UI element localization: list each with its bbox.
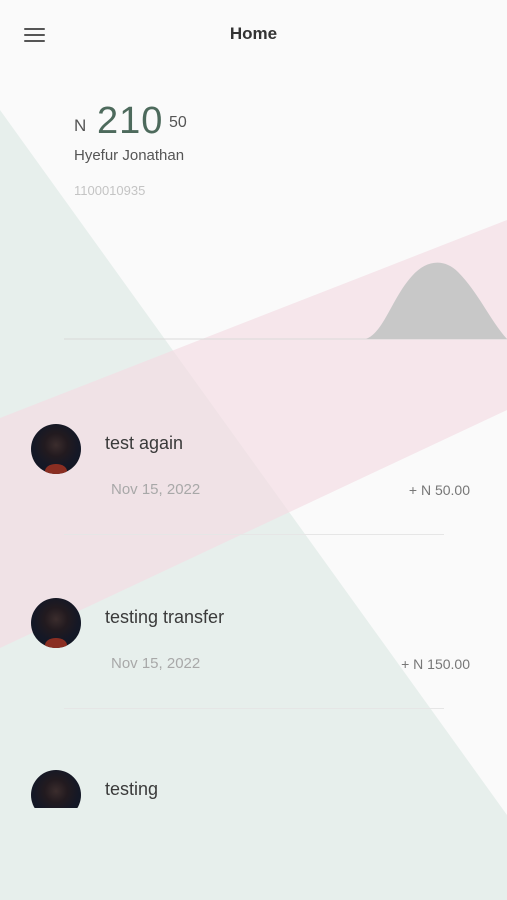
chart-area [366,262,507,339]
transaction-title: testing [105,779,159,799]
transaction-title: test again [105,433,184,453]
transaction-item[interactable]: test again Nov 15, 2022 + N 50.00 [0,424,507,574]
transaction-date: Nov 15, 2022 [111,481,201,498]
avatar [31,598,81,648]
account-number: 1100010935 [74,183,146,198]
transaction-item[interactable]: testing [0,770,507,808]
avatar [31,770,81,808]
transaction-title: testing transfer [105,607,225,627]
transaction-amount: + N 150.00 [401,656,470,672]
transaction-date: Nov 15, 2022 [111,655,201,672]
transaction-item[interactable]: testing transfer Nov 15, 2022 + N 150.00 [0,598,507,748]
divider [64,534,444,535]
balance-amount: 210 [97,100,164,142]
account-holder-name: Hyefur Jonathan [74,147,185,164]
page-title: Home [229,24,278,43]
balance-cents: 50 [169,114,187,131]
avatar [31,424,81,474]
balance-chart [64,262,507,340]
divider [64,708,444,709]
currency-symbol: N [74,116,87,135]
app-header: Home [0,0,507,70]
transaction-list-overflow: testing [0,770,507,808]
transaction-amount: + N 50.00 [408,482,470,498]
